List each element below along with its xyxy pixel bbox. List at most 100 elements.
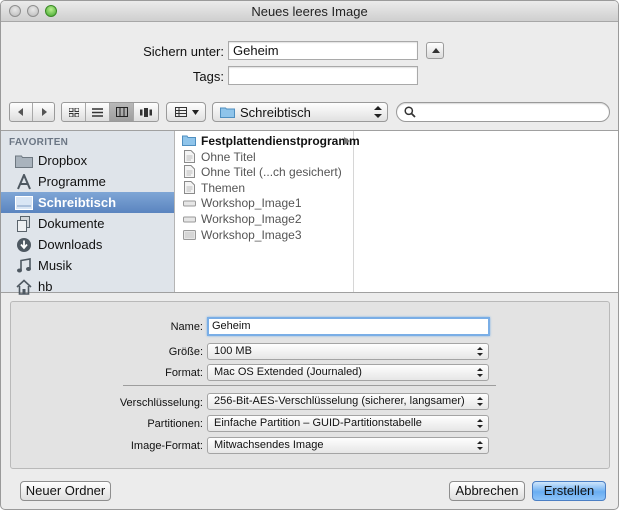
- size-value: 100 MB: [214, 345, 252, 357]
- sidebar-item-hb[interactable]: hb: [1, 276, 174, 297]
- search-field[interactable]: [396, 102, 610, 122]
- home-icon: [15, 278, 33, 295]
- cancel-button[interactable]: Abbrechen: [449, 481, 525, 501]
- format-value: Mac OS Extended (Journaled): [214, 366, 362, 378]
- partitions-value: Einfache Partition – GUID-Partitionstabe…: [214, 417, 422, 429]
- file-item-workshop-image2[interactable]: Workshop_Image2: [176, 211, 353, 226]
- sidebar-heading: FAVORITEN: [9, 137, 69, 148]
- list-view-icon: [92, 107, 103, 117]
- document-icon: [182, 150, 196, 163]
- sidebar-item-label: Dokumente: [38, 216, 105, 231]
- tags-label: Tags:: [192, 69, 224, 84]
- updown-arrows-icon: [477, 397, 483, 406]
- file-item-workshop-image3[interactable]: Workshop_Image3: [176, 227, 353, 242]
- sidebar-item-label: Dropbox: [38, 153, 88, 168]
- encryption-value: 256-Bit-AES-Verschlüsselung (sicherer, l…: [214, 395, 465, 407]
- create-button[interactable]: Erstellen: [532, 481, 606, 501]
- file-item-ohne-titel[interactable]: Ohne Titel: [176, 149, 353, 164]
- document-icon: [182, 181, 196, 194]
- file-item-ohne-titel-gesichert[interactable]: Ohne Titel (...ch gesichert): [176, 164, 353, 179]
- save-as-label: Sichern unter:: [143, 44, 224, 59]
- forward-button[interactable]: [33, 103, 54, 121]
- column-view-icon: [115, 107, 128, 117]
- name-label: Name:: [170, 321, 203, 333]
- file-name: Ohne Titel: [201, 149, 256, 164]
- applications-icon: [15, 173, 33, 190]
- location-popup[interactable]: Schreibtisch: [212, 102, 388, 122]
- folder-icon: [15, 153, 33, 169]
- disk-image-icon: [182, 212, 196, 225]
- arrange-menu-button[interactable]: [166, 102, 206, 122]
- forward-arrow-icon: [41, 108, 47, 116]
- size-label: Größe:: [168, 346, 203, 358]
- partitions-popup[interactable]: Einfache Partition – GUID-Partitionstabe…: [207, 415, 489, 432]
- sidebar: FAVORITEN Dropbox Programme Schreibtisch…: [1, 131, 175, 295]
- cover-flow-icon: [140, 107, 152, 117]
- icon-view-icon: [68, 107, 79, 117]
- sidebar-item-label: Downloads: [38, 237, 103, 252]
- sidebar-item-label: hb: [38, 279, 53, 294]
- file-name: Workshop_Image2: [201, 211, 302, 226]
- disk-image-icon: [182, 228, 196, 241]
- downloads-icon: [15, 237, 33, 253]
- document-icon: [182, 165, 196, 178]
- options-separator: [123, 385, 496, 386]
- list-view-button[interactable]: [86, 103, 110, 121]
- updown-arrows-icon: [477, 419, 483, 428]
- sidebar-item-schreibtisch[interactable]: Schreibtisch: [1, 192, 174, 213]
- sidebar-item-dropbox[interactable]: Dropbox: [1, 150, 174, 171]
- image-name-field[interactable]: Geheim: [207, 317, 490, 336]
- music-icon: [15, 257, 33, 274]
- back-button[interactable]: [10, 103, 33, 121]
- format-popup[interactable]: Mac OS Extended (Journaled): [207, 364, 489, 381]
- file-name: Ohne Titel (...ch gesichert): [201, 164, 342, 179]
- new-blank-image-dialog: Neues leeres Image Sichern unter: Geheim…: [0, 0, 619, 510]
- desktop-icon: [15, 195, 33, 211]
- sidebar-item-label: Schreibtisch: [38, 195, 117, 210]
- updown-arrows-icon: [477, 347, 483, 356]
- file-name: Themen: [201, 180, 246, 195]
- title-bar: Neues leeres Image: [1, 1, 618, 22]
- view-mode-control: [61, 102, 159, 122]
- updown-arrows-icon: [374, 106, 382, 118]
- encryption-popup[interactable]: 256-Bit-AES-Verschlüsselung (sicherer, l…: [207, 393, 489, 410]
- sidebar-item-dokumente[interactable]: Dokumente: [1, 213, 174, 234]
- chevron-down-icon: [192, 109, 199, 115]
- file-item-workshop-image1[interactable]: Workshop_Image1: [176, 195, 353, 210]
- file-name: Workshop_Image1: [201, 195, 302, 210]
- disk-image-icon: [182, 196, 196, 209]
- location-label: Schreibtisch: [240, 104, 311, 120]
- file-name: Festplattendienstprogramm: [201, 133, 360, 148]
- tags-field[interactable]: [228, 66, 418, 85]
- sidebar-item-musik[interactable]: Musik: [1, 255, 174, 276]
- new-folder-button[interactable]: Neuer Ordner: [20, 481, 111, 501]
- sidebar-item-programme[interactable]: Programme: [1, 171, 174, 192]
- sidebar-item-label: Musik: [38, 258, 72, 273]
- file-item-themen[interactable]: Themen: [176, 180, 353, 195]
- image-format-popup[interactable]: Mitwachsendes Image: [207, 437, 489, 454]
- icon-view-button[interactable]: [62, 103, 86, 121]
- chevron-right-icon: [344, 137, 350, 145]
- back-arrow-icon: [18, 108, 23, 116]
- search-icon: [404, 106, 416, 118]
- image-format-label: Image-Format:: [130, 440, 203, 452]
- format-label: Format:: [165, 367, 203, 379]
- encryption-label: Verschlüsselung:: [119, 397, 203, 409]
- file-browser: FAVORITEN Dropbox Programme Schreibtisch…: [1, 130, 618, 295]
- window-title: Neues leeres Image: [251, 4, 368, 19]
- folder-icon: [182, 134, 196, 147]
- size-popup[interactable]: 100 MB: [207, 343, 489, 360]
- expand-collapse-button[interactable]: [426, 42, 444, 59]
- file-column: Festplattendienstprogramm Ohne Titel Ohn…: [176, 131, 360, 292]
- file-item-festplattendienstprogramm[interactable]: Festplattendienstprogramm: [176, 133, 360, 148]
- updown-arrows-icon: [477, 441, 483, 450]
- sidebar-item-downloads[interactable]: Downloads: [1, 234, 174, 255]
- cover-flow-button[interactable]: [134, 103, 158, 121]
- partitions-label: Partitionen:: [147, 418, 203, 430]
- column-view-button[interactable]: [110, 103, 134, 121]
- image-format-value: Mitwachsendes Image: [214, 439, 324, 451]
- save-as-field[interactable]: Geheim: [228, 41, 418, 60]
- documents-icon: [15, 215, 33, 232]
- arrange-grid-icon: [175, 107, 187, 117]
- folder-icon: [220, 107, 235, 118]
